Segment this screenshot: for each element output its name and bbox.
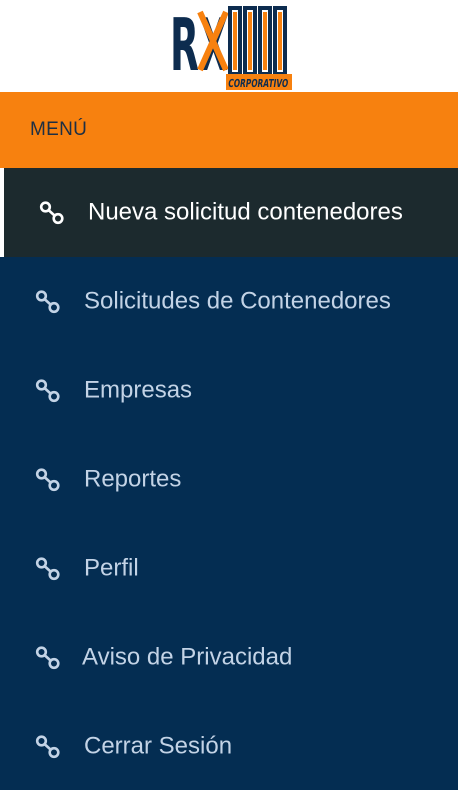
menu-title: MENÚ xyxy=(30,119,88,140)
nav-item-reportes[interactable]: Reportes xyxy=(0,435,458,524)
nav-item-nueva-solicitud[interactable]: Nueva solicitud contenedores xyxy=(0,168,458,257)
nav-item-label: Reportes xyxy=(84,464,182,492)
menu-header: MENÚ xyxy=(0,92,458,168)
logo-subtext: CORPORATIVO xyxy=(227,77,289,90)
link-icon xyxy=(35,289,60,313)
app-page: RX CORPORATIVO MENÚ Nueva solicitud cont… xyxy=(0,0,458,790)
link-icon xyxy=(35,645,60,669)
nav-item-empresas[interactable]: Empresas xyxy=(0,346,458,435)
nav-item-label: Empresas xyxy=(84,375,193,403)
nav-item-perfil[interactable]: Perfil xyxy=(0,524,458,613)
link-icon xyxy=(39,200,64,224)
link-icon xyxy=(35,734,60,758)
nav-item-label: Perfil xyxy=(84,553,139,581)
sidebar-nav: Nueva solicitud contenedores Solicitudes… xyxy=(0,168,458,790)
logo-bar: RX CORPORATIVO xyxy=(0,0,458,92)
nav-item-aviso-privacidad[interactable]: Aviso de Privacidad xyxy=(0,613,458,702)
link-icon xyxy=(35,378,60,402)
nav-item-solicitudes[interactable]: Solicitudes de Contenedores xyxy=(0,257,458,346)
nav-item-label: Cerrar Sesión xyxy=(84,731,233,759)
nav-item-label: Nueva solicitud contenedores xyxy=(88,197,403,225)
company-logo[interactable]: RX CORPORATIVO xyxy=(168,0,294,94)
link-icon xyxy=(35,556,60,580)
nav-item-label: Solicitudes de Contenedores xyxy=(84,286,391,314)
nav-item-label: Aviso de Privacidad xyxy=(82,642,293,670)
link-icon xyxy=(35,467,60,491)
nav-item-cerrar-sesion[interactable]: Cerrar Sesión xyxy=(0,702,458,790)
